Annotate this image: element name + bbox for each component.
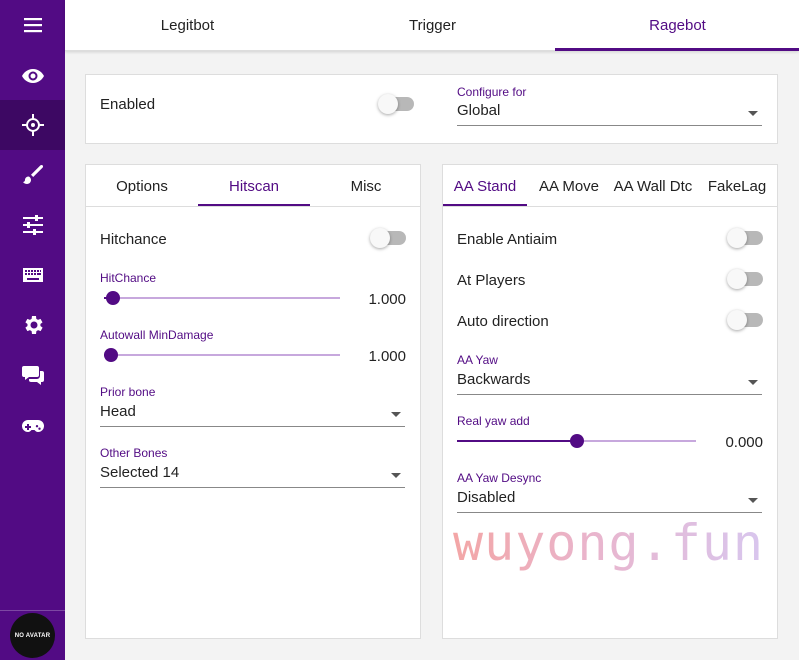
toggle-thumb: [727, 310, 747, 330]
autowall-value: 1.000: [368, 348, 406, 365]
toggle-thumb: [727, 269, 747, 289]
slider-knob[interactable]: [104, 348, 119, 362]
tab-hitscan[interactable]: Hitscan: [198, 165, 310, 207]
enable-antiaim-toggle[interactable]: [727, 228, 763, 248]
sidebar-item-settings[interactable]: [0, 300, 65, 350]
crosshair-icon: [21, 114, 44, 136]
aa-yaw-desync-value: Disabled: [457, 489, 516, 506]
autowall-slider-label: Autowall MinDamage: [100, 328, 214, 342]
tab-aa-stand[interactable]: AA Stand: [443, 165, 527, 207]
aa-yaw-label: AA Yaw: [457, 353, 498, 367]
hitchance-slider[interactable]: [104, 288, 340, 308]
tab-legitbot[interactable]: Legitbot: [65, 0, 310, 51]
tab-fakelag[interactable]: FakeLag: [695, 165, 779, 207]
tab-aa-move[interactable]: AA Move: [527, 165, 611, 207]
aa-yaw-select[interactable]: Backwards: [457, 371, 762, 395]
at-players-toggle[interactable]: [727, 269, 763, 289]
chevron-down-icon: [391, 473, 401, 478]
tab-ragebot[interactable]: Ragebot: [555, 0, 799, 51]
sidebar-item-aimbot[interactable]: [0, 100, 65, 150]
aa-yaw-desync-select[interactable]: Disabled: [457, 489, 762, 513]
real-yaw-add-slider[interactable]: [457, 431, 696, 451]
enable-antiaim-label: Enable Antiaim: [457, 231, 558, 248]
slider-rail: [104, 354, 340, 356]
top-tab-bar: Legitbot Trigger Ragebot: [65, 0, 799, 51]
tab-trigger[interactable]: Trigger: [310, 0, 555, 51]
sidebar-divider: [0, 610, 65, 611]
chevron-down-icon: [748, 111, 758, 116]
slider-fill: [457, 440, 577, 442]
avatar-text: NO AVATAR: [14, 632, 51, 639]
at-players-label: At Players: [457, 272, 526, 289]
aa-yaw-desync-label: AA Yaw Desync: [457, 471, 542, 485]
hitscan-panel: Options Hitscan Misc Hitchance HitChance…: [85, 164, 421, 639]
other-bones-select[interactable]: Selected 14: [100, 464, 405, 488]
sliders-icon: [22, 215, 43, 235]
configure-for-select[interactable]: Global: [457, 102, 762, 126]
eye-icon: [21, 69, 44, 83]
menu-icon: [23, 18, 42, 33]
chat-icon: [21, 366, 44, 385]
prior-bone-select[interactable]: Head: [100, 403, 405, 427]
slider-rail: [104, 297, 340, 299]
configure-for-value: Global: [457, 102, 501, 119]
real-yaw-add-label: Real yaw add: [457, 414, 530, 428]
hitchance-toggle[interactable]: [370, 228, 406, 248]
brush-icon: [22, 164, 43, 184]
avatar[interactable]: NO AVATAR: [10, 613, 55, 658]
right-sub-tabs: AA Stand AA Move AA Wall Dtc FakeLag: [443, 165, 777, 207]
menu-button[interactable]: [0, 0, 65, 50]
autowall-slider[interactable]: [104, 345, 340, 365]
auto-direction-label: Auto direction: [457, 313, 549, 330]
keyboard-icon: [22, 268, 43, 282]
tab-aa-wall-dtc[interactable]: AA Wall Dtc: [611, 165, 695, 207]
auto-direction-toggle[interactable]: [727, 310, 763, 330]
toggle-thumb: [370, 228, 390, 248]
sidebar-item-chat[interactable]: [0, 350, 65, 400]
other-bones-value: Selected 14: [100, 464, 180, 481]
configure-for-label: Configure for: [457, 85, 527, 99]
gamepad-icon: [21, 420, 44, 432]
enabled-label: Enabled: [100, 96, 156, 113]
sidebar-item-skins[interactable]: [0, 150, 65, 200]
other-bones-label: Other Bones: [100, 446, 168, 460]
toggle-thumb: [727, 228, 747, 248]
prior-bone-label: Prior bone: [100, 385, 156, 399]
watermark: wuyong.fun: [453, 514, 765, 572]
sidebar-item-misc[interactable]: [0, 200, 65, 250]
left-sub-tabs: Options Hitscan Misc: [86, 165, 420, 207]
slider-knob[interactable]: [106, 291, 121, 305]
enabled-toggle[interactable]: [378, 94, 414, 114]
hitchance-label: Hitchance: [100, 231, 167, 248]
tab-misc[interactable]: Misc: [310, 165, 422, 207]
real-yaw-add-value: 0.000: [725, 434, 763, 451]
active-subtab-indicator: [443, 204, 527, 206]
active-tab-indicator: [555, 48, 799, 51]
chevron-down-icon: [391, 412, 401, 417]
toggle-thumb: [378, 94, 398, 114]
tab-options[interactable]: Options: [86, 165, 198, 207]
hitchance-value: 1.000: [368, 291, 406, 308]
sidebar-item-games[interactable]: [0, 400, 65, 450]
hitchance-slider-label: HitChance: [100, 271, 157, 285]
chevron-down-icon: [748, 380, 758, 385]
aa-yaw-value: Backwards: [457, 371, 531, 388]
header-card: Enabled Configure for Global: [85, 74, 778, 144]
sidebar-item-visuals[interactable]: [0, 51, 65, 101]
slider-knob[interactable]: [569, 434, 584, 448]
active-subtab-indicator: [198, 204, 310, 206]
chevron-down-icon: [748, 498, 758, 503]
prior-bone-value: Head: [100, 403, 136, 420]
sidebar: NO AVATAR: [0, 0, 65, 660]
gear-icon: [24, 316, 43, 334]
sidebar-item-binds[interactable]: [0, 250, 65, 300]
